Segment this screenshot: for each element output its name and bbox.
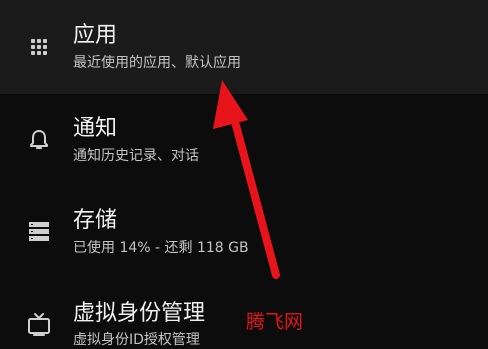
settings-item-title: 虚拟身份管理: [73, 301, 206, 326]
settings-item-notifications[interactable]: 通知 通知历史记录、对话: [0, 94, 488, 184]
settings-item-subtitle: 已使用 14% - 还剩 118 GB: [73, 240, 249, 256]
settings-item-title: 应用: [73, 23, 118, 48]
settings-item-apps[interactable]: 应用 最近使用的应用、默认应用: [0, 0, 488, 94]
settings-list: 应用 最近使用的应用、默认应用 通知 通知历史记录、对话 存储 已使用 14% …: [0, 0, 488, 349]
settings-item-storage[interactable]: 存储 已使用 14% - 还剩 118 GB: [0, 184, 488, 278]
settings-item-subtitle: 虚拟身份ID授权管理: [73, 332, 200, 348]
settings-item-subtitle: 通知历史记录、对话: [73, 148, 199, 164]
bell-icon: [24, 125, 54, 155]
settings-item-virtual-identity[interactable]: 虚拟身份管理 虚拟身份ID授权管理: [0, 278, 488, 349]
settings-item-title: 通知: [73, 116, 118, 141]
settings-item-subtitle: 最近使用的应用、默认应用: [73, 55, 241, 71]
tv-icon: [24, 309, 54, 339]
watermark-text: 腾飞网: [246, 311, 304, 333]
apps-grid-icon: [24, 32, 54, 62]
settings-item-title: 存储: [73, 208, 118, 233]
storage-icon: [24, 216, 54, 246]
